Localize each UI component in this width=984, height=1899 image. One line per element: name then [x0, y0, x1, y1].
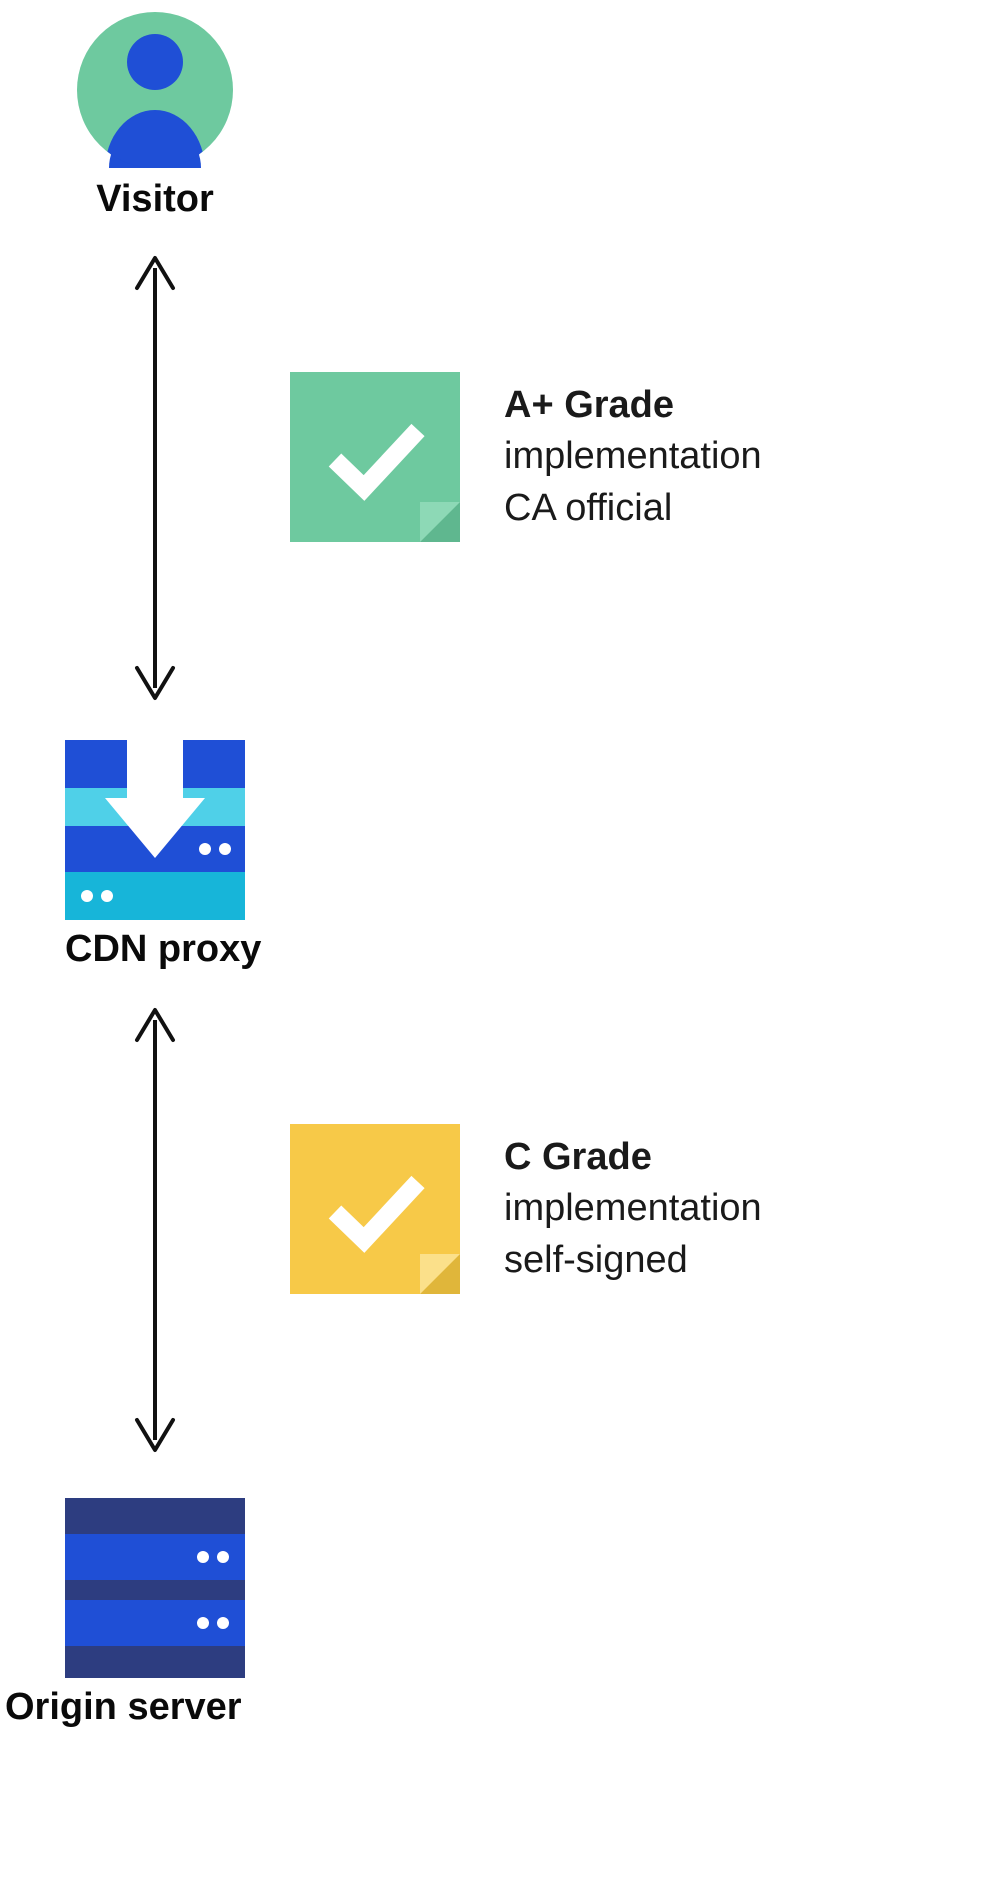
- checkmark-note-icon: [290, 1124, 460, 1294]
- server-icon: [65, 1498, 245, 1678]
- node-origin: Origin server: [65, 1498, 245, 1729]
- node-visitor-label: Visitor: [75, 178, 235, 221]
- person-icon: [75, 10, 235, 170]
- node-origin-label: Origin server: [5, 1686, 305, 1729]
- badge-top-title: A+ Grade: [504, 380, 762, 431]
- badge-bottom-title: C Grade: [504, 1132, 762, 1183]
- cdn-server-icon: [65, 740, 245, 920]
- badge-bottom: C Grade implementation self-signed: [290, 1124, 762, 1294]
- badge-bottom-line1: implementation: [504, 1183, 762, 1234]
- badge-top-text: A+ Grade implementation CA official: [504, 380, 762, 534]
- badge-top-line1: implementation: [504, 431, 762, 482]
- badge-top-line2: CA official: [504, 483, 762, 534]
- double-arrow-icon: [125, 248, 185, 708]
- badge-bottom-text: C Grade implementation self-signed: [504, 1132, 762, 1286]
- diagram-root: Visitor A+ Grade implementation CA offic…: [0, 0, 984, 1899]
- badge-bottom-line2: self-signed: [504, 1235, 762, 1286]
- checkmark-note-icon: [290, 372, 460, 542]
- double-arrow-icon: [125, 1000, 185, 1460]
- badge-top: A+ Grade implementation CA official: [290, 372, 762, 542]
- node-cdn: CDN proxy: [65, 740, 245, 971]
- node-visitor: Visitor: [75, 10, 235, 221]
- node-cdn-label: CDN proxy: [65, 928, 245, 971]
